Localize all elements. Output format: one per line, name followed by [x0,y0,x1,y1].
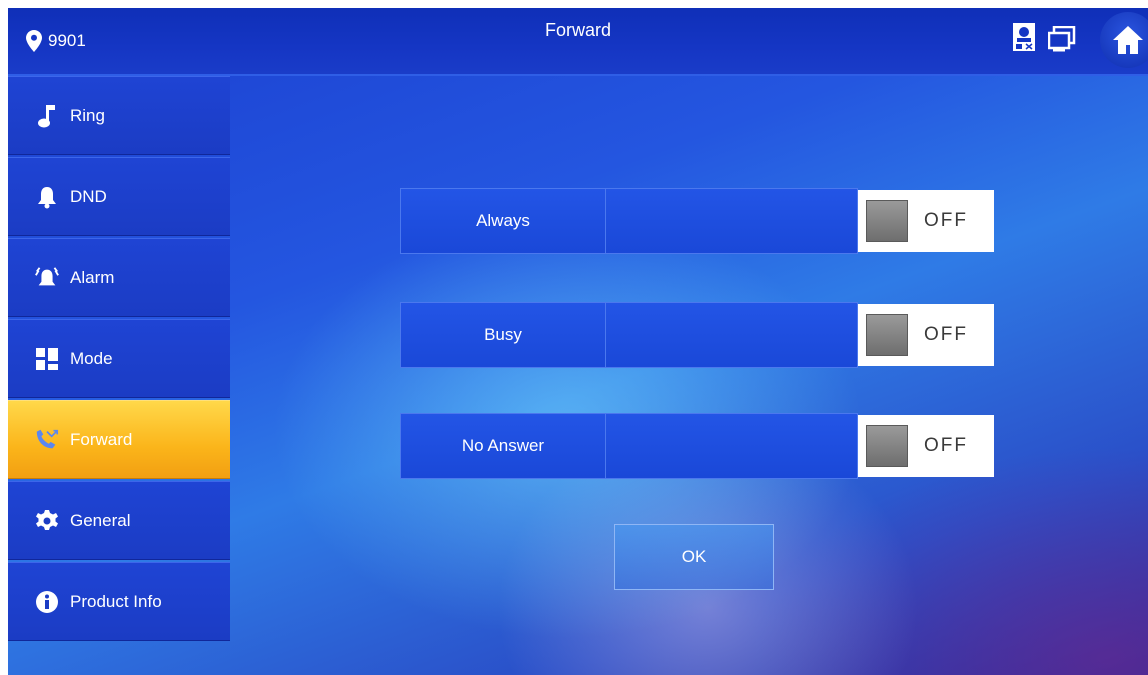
call-forward-icon [34,427,60,453]
sidebar-item-forward[interactable]: Forward [8,400,230,479]
sidebar-item-label: Product Info [70,591,162,611]
row-value-field[interactable] [606,188,858,254]
toggle-knob [866,314,908,356]
sidebar-item-label: General [70,510,131,530]
alarm-icon [34,265,60,291]
sidebar-item-mode[interactable]: Mode [8,319,230,398]
toggle-knob [866,200,908,242]
monitor-icon[interactable] [1048,26,1076,52]
home-button[interactable] [1100,12,1148,68]
bell-icon [34,184,60,210]
info-icon [34,589,60,615]
ok-button[interactable]: OK [614,524,774,590]
forward-row-always: Always OFF [400,188,994,254]
toggle-state: OFF [924,435,968,456]
sidebar-item-general[interactable]: General [8,481,230,560]
device-screen: 9901 Forward Ring DND Alarm Mode Forward… [8,8,1148,675]
music-note-icon [34,103,60,129]
sidebar-item-product-info[interactable]: Product Info [8,562,230,641]
toggle-state: OFF [924,210,968,231]
always-toggle[interactable]: OFF [858,190,994,252]
home-icon [1113,26,1143,54]
toggle-state: OFF [924,324,968,345]
row-label: Always [400,188,606,254]
sidebar-item-ring[interactable]: Ring [8,76,230,155]
forward-row-no-answer: No Answer OFF [400,413,994,479]
row-label: Busy [400,302,606,368]
no-answer-toggle[interactable]: OFF [858,415,994,477]
row-value-field[interactable] [606,302,858,368]
busy-toggle[interactable]: OFF [858,304,994,366]
forward-row-busy: Busy OFF [400,302,994,368]
row-value-field[interactable] [606,413,858,479]
sidebar-item-label: Alarm [70,267,115,287]
page-title: Forward [544,20,611,40]
sidebar-item-label: Mode [70,348,113,368]
sidebar: Ring DND Alarm Mode Forward General Prod… [8,76,230,643]
row-label: No Answer [400,413,606,479]
sidebar-item-label: DND [70,186,107,206]
top-bar: 9901 Forward [8,8,1148,76]
contact-card-icon[interactable] [1012,22,1036,52]
toggle-knob [866,425,908,467]
sidebar-item-label: Forward [70,429,133,449]
mode-grid-icon [34,346,60,372]
gear-icon [34,508,60,534]
sidebar-item-label: Ring [70,105,105,125]
sidebar-item-dnd[interactable]: DND [8,157,230,236]
sidebar-item-alarm[interactable]: Alarm [8,238,230,317]
